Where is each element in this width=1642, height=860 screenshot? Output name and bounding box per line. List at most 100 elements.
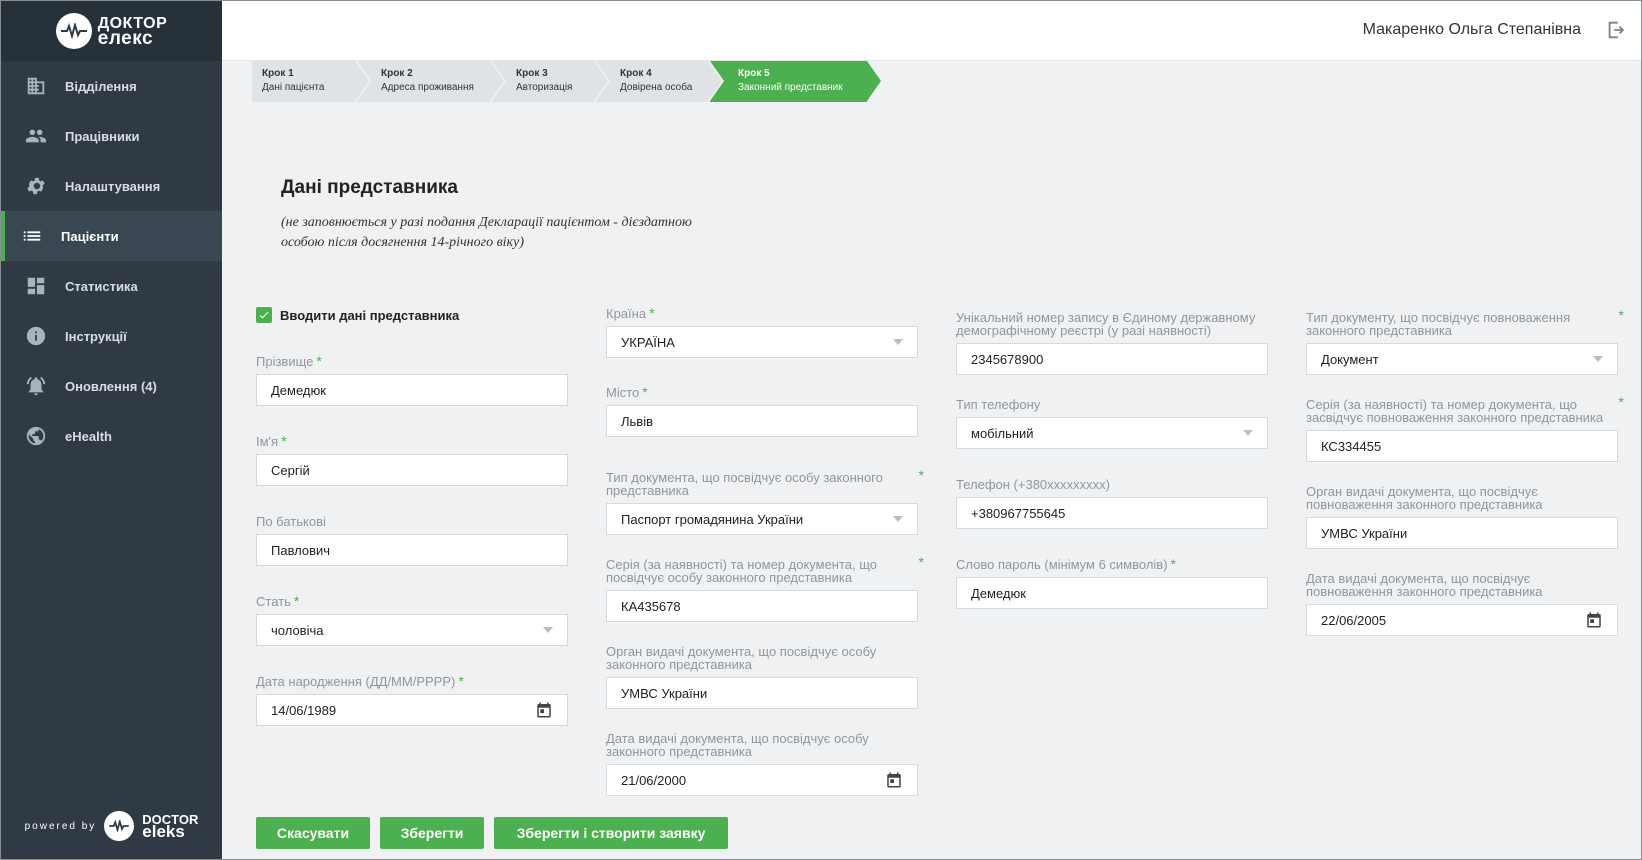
bell-icon — [25, 375, 47, 397]
id-doc-date-field: Дата видачі документа, що посвідчує особ… — [606, 732, 918, 796]
city-input[interactable]: Львів — [606, 405, 918, 437]
input-value: КА435678 — [621, 598, 681, 614]
label-text: Дата видачі документа, що посвідчує особ… — [606, 731, 869, 759]
app-logo[interactable]: ДОКТОР елекс — [1, 1, 222, 61]
country-select[interactable]: УКРАЇНА — [606, 326, 918, 358]
patronymic-field: По батькові Павлович — [256, 515, 568, 566]
field-label: Стать * — [256, 593, 300, 609]
step-label: Дані пацієнта — [262, 82, 325, 93]
patronymic-input[interactable]: Павлович — [256, 534, 568, 566]
step-5[interactable]: Крок 5 Законний представник — [710, 61, 883, 102]
save-and-create-request-button[interactable]: Зберегти і створити заявку — [494, 817, 728, 849]
cancel-button[interactable]: Скасувати — [256, 817, 370, 849]
field-label: По батькові — [256, 515, 568, 528]
label-text: Дата видачі документа, що посвідчує повн… — [1306, 571, 1543, 599]
calendar-icon[interactable] — [885, 771, 903, 789]
step-label: Законний представник — [738, 82, 843, 93]
powered-by-text: powered by — [24, 820, 97, 832]
step-1[interactable]: Крок 1 Дані пацієнта — [252, 61, 371, 102]
auth-doc-number-input[interactable]: КС334455 — [1306, 430, 1618, 462]
input-value: КС334455 — [1321, 438, 1382, 454]
input-value: Сергій — [271, 462, 310, 478]
label-text: Слово пароль (мінімум 6 символів) — [956, 557, 1168, 572]
label-text: Дата народження (ДД/ММ/РРРР) — [256, 674, 456, 689]
step-2[interactable]: Крок 2 Адреса проживання — [357, 61, 506, 102]
step-title: Крок 4 — [620, 68, 652, 79]
dashboard-icon — [25, 275, 47, 297]
field-label: Слово пароль (мінімум 6 символів) * — [956, 556, 1176, 572]
label-text: Телефон (+380xxxxxxxxx) — [956, 477, 1110, 492]
logout-icon[interactable] — [1605, 19, 1627, 41]
id-doc-issuer-field: Орган видачі документа, що посвідчує осо… — [606, 645, 918, 709]
gender-select[interactable]: чоловіча — [256, 614, 568, 646]
sidebar-item-ehealth[interactable]: eHealth — [1, 411, 222, 461]
field-label: Тип документу, що посвідчує повноваження… — [1306, 307, 1624, 338]
label-text: Орган видачі документа, що посвідчує пов… — [1306, 484, 1543, 512]
id-doc-number-input[interactable]: КА435678 — [606, 590, 918, 622]
user-name[interactable]: Макаренко Ольга Степанівна — [1363, 21, 1581, 39]
enter-representative-checkbox-row[interactable]: Вводити дані представника — [256, 307, 459, 323]
sidebar-item-label: Інструкції — [65, 328, 127, 344]
step-label: Адреса проживання — [381, 82, 474, 93]
main-content: Крок 1 Дані пацієнта Крок 2 Адреса прожи… — [222, 61, 1641, 859]
auth-doc-date-field: Дата видачі документа, що посвідчує повн… — [1306, 572, 1618, 636]
phone-type-select[interactable]: мобільний — [956, 417, 1268, 449]
surname-input[interactable]: Демедюк — [256, 374, 568, 406]
sidebar-item-statistics[interactable]: Статистика — [1, 261, 222, 311]
label-text: По батькові — [256, 514, 326, 529]
input-value: +380967755645 — [971, 505, 1066, 521]
save-button[interactable]: Зберегти — [380, 817, 484, 849]
password-field: Слово пароль (мінімум 6 символів) * Демед… — [956, 556, 1268, 609]
step-4[interactable]: Крок 4 Довірена особа — [596, 61, 724, 102]
top-header: Макаренко Ольга Степанівна — [222, 1, 1641, 61]
id-doc-type-select[interactable]: Паспорт громадянина України — [606, 503, 918, 535]
calendar-icon[interactable] — [535, 701, 553, 719]
sidebar-item-employees[interactable]: Працівники — [1, 111, 222, 161]
auth-doc-date-input[interactable]: 22/06/2005 — [1306, 604, 1618, 636]
powered-brand-line-2: eleks — [142, 822, 185, 841]
label-text: Тип документу, що посвідчує повноваження… — [1306, 310, 1571, 338]
checkbox-checked-icon[interactable] — [256, 307, 272, 323]
select-value: Паспорт громадянина України — [621, 511, 804, 527]
sidebar-item-instructions[interactable]: Інструкції — [1, 311, 222, 361]
id-doc-issuer-input[interactable]: УМВС України — [606, 677, 918, 709]
phone-input[interactable]: +380967755645 — [956, 497, 1268, 529]
sidebar-item-label: Відділення — [65, 78, 137, 94]
select-value: Документ — [1321, 351, 1379, 367]
gear-icon — [25, 175, 47, 197]
logo-mark-icon — [55, 13, 92, 49]
chevron-down-icon — [1593, 356, 1603, 362]
field-label: Орган видачі документа, що посвідчує осо… — [606, 645, 918, 671]
auth-doc-issuer-field: Орган видачі документа, що посвідчує пов… — [1306, 485, 1618, 549]
birth-date-field: Дата народження (ДД/ММ/РРРР) * 14/06/1989 — [256, 674, 568, 726]
registry-number-input[interactable]: 2345678900 — [956, 343, 1268, 375]
label-text: Серія (за наявності) та номер документа,… — [606, 557, 878, 585]
first-name-input[interactable]: Сергій — [256, 454, 568, 486]
field-label: Серія (за наявності) та номер документа,… — [1306, 394, 1624, 425]
sidebar-item-patients[interactable]: Пацієнти — [1, 211, 222, 261]
auth-doc-issuer-input[interactable]: УМВС України — [1306, 517, 1618, 549]
wizard-steps: Крок 1 Дані пацієнта Крок 2 Адреса прожи… — [252, 61, 883, 102]
calendar-icon[interactable] — [1585, 611, 1603, 629]
field-label: Тип документа, що посвідчує особу законн… — [606, 467, 924, 498]
id-doc-date-input[interactable]: 21/06/2000 — [606, 764, 918, 796]
auth-doc-type-select[interactable]: Документ — [1306, 343, 1618, 375]
info-icon — [25, 325, 47, 347]
step-3[interactable]: Крок 3 Авторизація — [492, 61, 610, 102]
city-field: Місто * Львів — [606, 384, 918, 437]
label-text: Тип документа, що посвідчує особу законн… — [606, 470, 883, 498]
field-label: Прізвище * — [256, 353, 322, 369]
id-doc-type-field: Тип документа, що посвідчує особу законн… — [606, 467, 924, 535]
birth-date-input[interactable]: 14/06/1989 — [256, 694, 568, 726]
input-value: УМВС України — [1321, 525, 1408, 541]
sidebar-item-updates[interactable]: Оновлення (4) — [1, 361, 222, 411]
country-field: Країна * УКРАЇНА — [606, 306, 918, 358]
sidebar-item-settings[interactable]: Налаштування — [1, 161, 222, 211]
label-text: Стать — [256, 594, 291, 609]
list-icon — [21, 225, 43, 247]
label-text: Країна — [606, 306, 647, 321]
people-icon — [25, 125, 47, 147]
sidebar-item-departments[interactable]: Відділення — [1, 61, 222, 111]
password-input[interactable]: Демедюк — [956, 577, 1268, 609]
field-label: Місто * — [606, 384, 648, 400]
